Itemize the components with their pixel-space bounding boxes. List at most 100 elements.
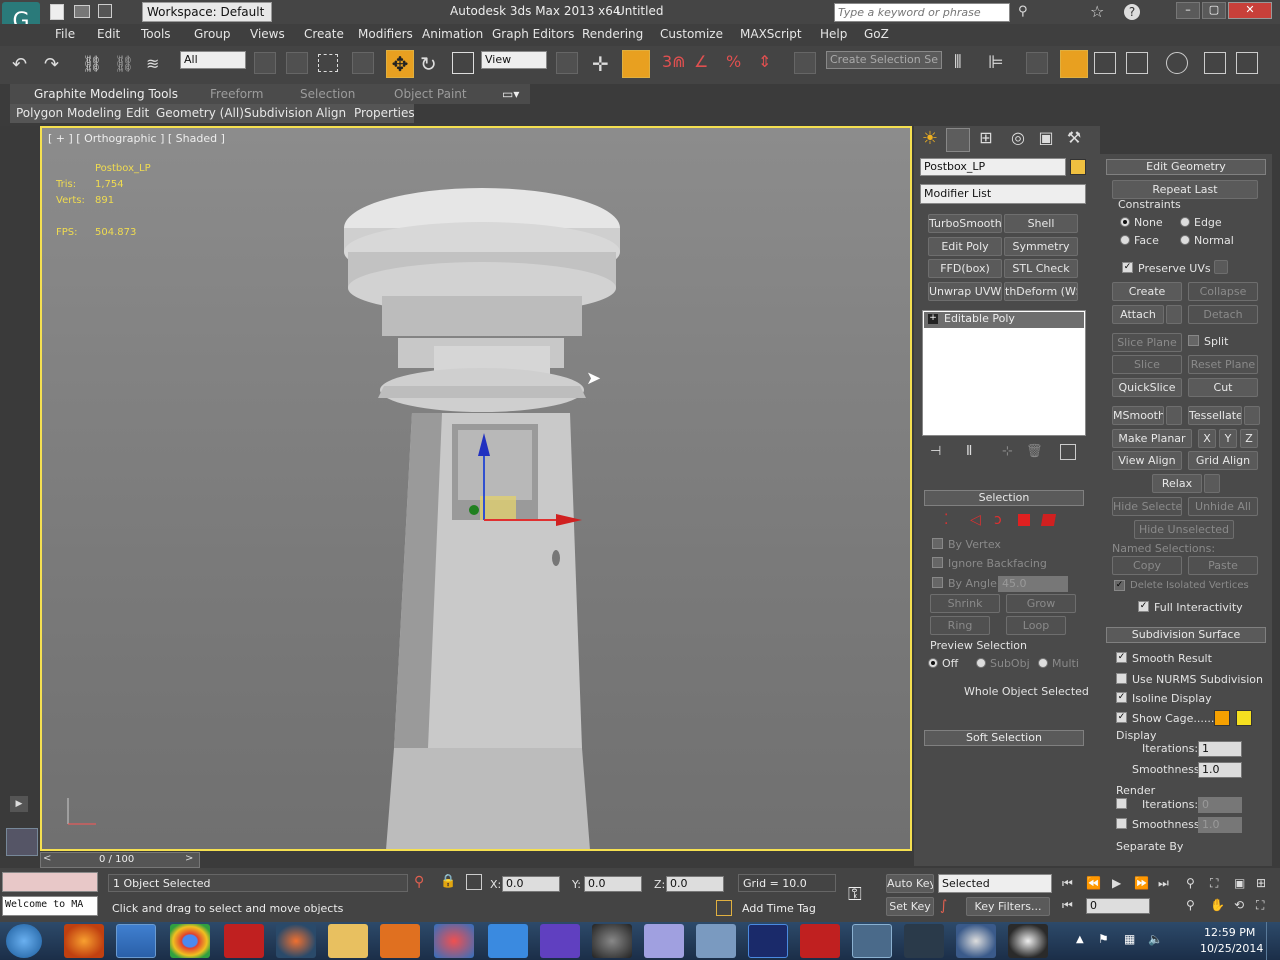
move-icon[interactable]: ✥: [386, 50, 414, 78]
menu-goz[interactable]: GoZ: [864, 27, 889, 41]
set-key-button[interactable]: Set Key: [886, 897, 934, 916]
star-icon[interactable]: ☆: [1090, 2, 1104, 21]
cage-color-swatch-2[interactable]: [1236, 710, 1252, 726]
menu-graph-editors[interactable]: Graph Editors: [492, 27, 574, 41]
render-smoothness-checkbox[interactable]: [1116, 818, 1127, 829]
create-tab-icon[interactable]: ☀: [918, 128, 942, 152]
tab-graphite-modeling-tools[interactable]: Graphite Modeling Tools: [34, 87, 178, 101]
utilities-tab-icon[interactable]: ⚒: [1062, 128, 1086, 152]
firefox-taskbar-icon[interactable]: [64, 924, 104, 958]
maxscript-listener-pink[interactable]: [2, 872, 98, 892]
align-icon[interactable]: ⊫: [988, 52, 1004, 73]
media-player-taskbar-icon[interactable]: [380, 924, 420, 958]
attach-settings-button[interactable]: [1166, 305, 1182, 324]
sync-taskbar-icon[interactable]: [276, 924, 316, 958]
zoom-extents-all-icon[interactable]: ⊞: [1256, 876, 1266, 890]
play-toggle-icon[interactable]: ▶: [10, 796, 28, 812]
by-vertex-checkbox[interactable]: [932, 538, 943, 549]
display-iterations-spinner[interactable]: 1: [1198, 741, 1242, 757]
search-input[interactable]: [834, 3, 1010, 22]
open-file-icon[interactable]: [74, 5, 90, 18]
viewport-layout-icon[interactable]: [6, 828, 38, 856]
play-icon[interactable]: ▶: [1112, 876, 1121, 890]
schematic-view-icon[interactable]: [1126, 52, 1148, 74]
constraint-face-radio[interactable]: [1120, 235, 1130, 245]
workspace-dropdown[interactable]: Workspace: Default: [142, 2, 272, 22]
rect-selection-icon[interactable]: [318, 54, 338, 72]
pin-stack-icon[interactable]: ⊣: [930, 444, 941, 459]
menu-edit[interactable]: Edit: [97, 27, 120, 41]
maximize-button[interactable]: ▢: [1202, 2, 1226, 19]
border-mode-icon[interactable]: ↄ: [994, 512, 1002, 528]
shrink-button[interactable]: Shrink: [930, 594, 1000, 613]
collapse-button[interactable]: Collapse: [1188, 282, 1258, 301]
planar-x-button[interactable]: X: [1198, 429, 1216, 448]
panel-subdivision[interactable]: Subdivision: [244, 106, 313, 120]
quickslice-button[interactable]: QuickSlice: [1112, 378, 1182, 397]
absolute-mode-icon[interactable]: [466, 874, 482, 890]
render-smoothness-spinner[interactable]: 1.0: [1198, 817, 1242, 833]
prev-frame-icon[interactable]: ⏪: [1086, 876, 1101, 890]
scale-icon[interactable]: [452, 52, 474, 74]
goto-end-icon[interactable]: ⏭: [1158, 876, 1169, 891]
menu-animation[interactable]: Animation: [422, 27, 483, 41]
graphite-toggle-icon[interactable]: [1060, 50, 1088, 78]
tray-arrow-icon[interactable]: ▲: [1076, 934, 1084, 945]
3ds-max-taskbar-icon[interactable]: [852, 924, 892, 958]
set-key-icon[interactable]: ⚿: [848, 884, 862, 905]
constraint-normal-radio[interactable]: [1180, 235, 1190, 245]
reset-plane-button[interactable]: Reset Plane: [1188, 355, 1258, 374]
postbox-model[interactable]: [42, 128, 910, 849]
render-iterations-spinner[interactable]: 0: [1198, 797, 1242, 813]
app-taskbar-icon-4[interactable]: [696, 924, 736, 958]
expand-plus-icon[interactable]: +: [928, 314, 938, 324]
goto-start-icon[interactable]: ⏮: [1062, 876, 1073, 891]
maximize-viewport-icon[interactable]: ⛶: [1256, 898, 1264, 913]
use-nurms-checkbox[interactable]: [1116, 673, 1127, 684]
show-cage-checkbox[interactable]: ✓: [1116, 712, 1127, 723]
edit-geometry-header[interactable]: Edit Geometry: [1106, 159, 1266, 175]
loop-button[interactable]: Loop: [1006, 616, 1066, 635]
grow-button[interactable]: Grow: [1006, 594, 1076, 613]
element-mode-icon[interactable]: [1040, 514, 1057, 526]
orbit-icon[interactable]: ⟲: [1234, 898, 1244, 912]
x-coord-field[interactable]: 0.0: [502, 876, 560, 892]
add-time-tag[interactable]: Add Time Tag: [738, 900, 836, 918]
zoom-extents-icon[interactable]: ▣: [1234, 876, 1245, 890]
unlink-icon[interactable]: ⛓: [114, 54, 134, 73]
menu-views[interactable]: Views: [250, 27, 285, 41]
constraint-edge-radio[interactable]: [1180, 217, 1190, 227]
snaps-toggle-icon[interactable]: 3⋒: [662, 52, 686, 71]
remove-modifier-icon[interactable]: 🗑: [1026, 444, 1043, 459]
save-icon[interactable]: [98, 4, 112, 18]
selection-filter-dropdown[interactable]: All: [180, 51, 246, 69]
polygon-mode-icon[interactable]: [1018, 514, 1030, 526]
pivot-icon[interactable]: [556, 52, 578, 74]
internet-explorer-taskbar-icon[interactable]: [116, 924, 156, 958]
binoculars-icon[interactable]: ⚲: [1018, 4, 1034, 20]
planar-y-button[interactable]: Y: [1219, 429, 1237, 448]
thdeform-button[interactable]: thDeform (WSI: [1004, 282, 1078, 301]
preserve-uvs-checkbox[interactable]: ✓: [1122, 262, 1133, 273]
app-taskbar-icon-7[interactable]: [1008, 924, 1048, 958]
time-prev-icon[interactable]: <: [43, 853, 51, 864]
relax-button[interactable]: Relax: [1152, 474, 1202, 493]
modifier-stack[interactable]: [922, 310, 1086, 436]
filezilla-taskbar-icon[interactable]: [224, 924, 264, 958]
slice-button[interactable]: Slice: [1112, 355, 1182, 374]
cage-color-swatch-1[interactable]: [1214, 710, 1230, 726]
bind-space-warp-icon[interactable]: ≋: [146, 54, 159, 73]
select-object-icon[interactable]: [254, 52, 276, 74]
configure-sets-icon[interactable]: [1060, 444, 1076, 460]
curve-editor-icon[interactable]: [1094, 52, 1116, 74]
clock-time[interactable]: 12:59 PM: [1204, 926, 1255, 939]
named-selection-dropdown[interactable]: Create Selection Se: [826, 51, 942, 69]
close-button[interactable]: ✕: [1228, 2, 1272, 19]
panel-align[interactable]: Align: [316, 106, 346, 120]
angle-snap-icon[interactable]: ∠: [694, 52, 708, 71]
by-angle-checkbox[interactable]: [932, 577, 943, 588]
preserve-uvs-settings-button[interactable]: [1214, 260, 1228, 274]
redo-icon[interactable]: ↷: [44, 54, 59, 75]
action-center-icon[interactable]: ⚑: [1098, 932, 1109, 946]
new-file-icon[interactable]: [50, 4, 64, 20]
